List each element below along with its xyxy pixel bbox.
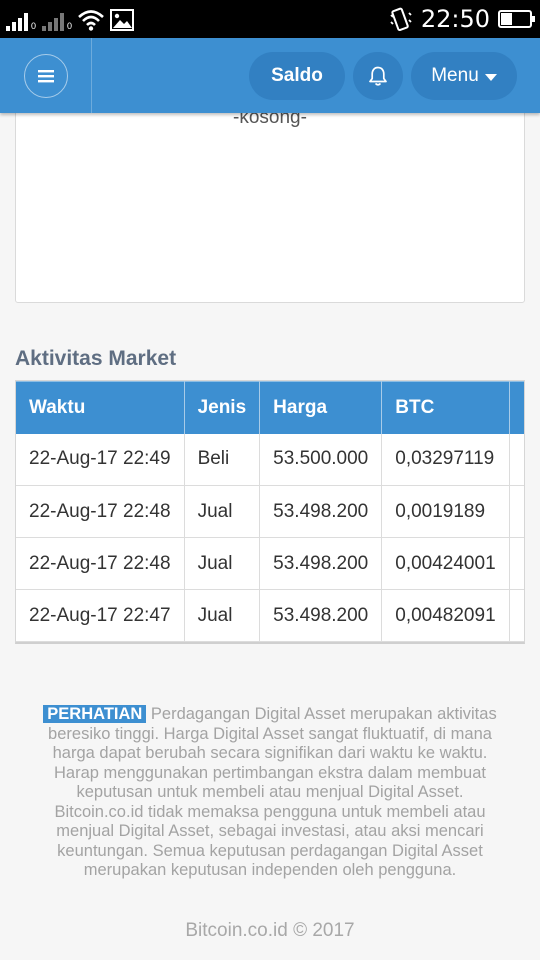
cell-jenis: Jual [184,485,261,538]
cell-waktu: 22-Aug-17 22:48 [16,537,185,590]
cell-harga: 53.500.000 [259,433,383,486]
column-header-btc: BTC [381,381,510,434]
cell-overflow [509,537,524,590]
cell-waktu: 22-Aug-17 22:49 [16,433,185,486]
empty-orders-card: -kosong- [15,96,525,303]
app-header: Saldo Menu [0,38,540,113]
column-header-harga: Harga [259,381,383,434]
caret-down-icon [484,73,497,81]
table-row: 22-Aug-17 22:49 Beli 53.500.000 0,032971… [16,433,524,486]
cell-overflow [509,589,524,642]
clock: 22:50 [420,5,490,33]
cell-jenis: Jual [184,537,261,590]
hamburger-icon [38,70,54,83]
cell-btc: 0,00424001 [381,537,510,590]
cell-harga: 53.498.200 [259,485,383,538]
status-icons-left: 0 0 [6,7,135,31]
wifi-icon [78,10,104,31]
bell-icon [369,66,387,86]
table-row: 22-Aug-17 22:47 Jual 53.498.200 0,004820… [16,589,524,642]
sim1-tag: 0 [31,21,37,31]
header-divider [91,38,92,113]
cell-btc: 0,00482091 [381,589,510,642]
column-header-jenis: Jenis [184,381,261,434]
hamburger-menu-button[interactable] [24,54,68,98]
market-activity-table: Waktu Jenis Harga BTC 22-Aug-17 22:49 Be… [16,381,524,642]
menu-dropdown-button[interactable]: Menu [411,52,517,100]
image-notification-icon [110,9,135,31]
column-header-waktu: Waktu [16,381,185,434]
cell-btc: 0,03297119 [381,433,510,486]
menu-label: Menu [431,65,479,86]
cell-jenis: Jual [184,589,261,642]
signal-sim2-icon: 0 [42,11,72,31]
battery-icon [498,10,535,28]
battery-level [501,13,512,25]
table-header-row: Waktu Jenis Harga BTC [16,381,524,434]
status-bar: 0 0 22:50 [0,0,540,38]
copyright-text: Bitcoin.co.id © 2017 [185,920,355,941]
cell-harga: 53.498.200 [259,537,383,590]
cell-waktu: 22-Aug-17 22:48 [16,485,185,538]
vibrate-icon [390,7,412,31]
cell-overflow [509,485,524,538]
section-title-market-activity: Aktivitas Market [15,347,177,370]
signal-sim1-icon: 0 [6,11,36,31]
risk-disclaimer: PERHATIAN Perdagangan Digital Asset meru… [38,705,502,881]
table-row: 22-Aug-17 22:48 Jual 53.498.200 0,004240… [16,537,524,590]
cell-harga: 53.498.200 [259,589,383,642]
sim2-tag: 0 [67,21,73,31]
notifications-button[interactable] [353,52,403,100]
saldo-button[interactable]: Saldo [249,52,345,100]
cell-btc: 0,0019189 [381,485,510,538]
cell-waktu: 22-Aug-17 22:47 [16,589,185,642]
cell-jenis: Beli [184,433,261,486]
column-header-overflow [509,381,524,434]
cell-overflow [509,433,524,486]
market-activity-table-container[interactable]: Waktu Jenis Harga BTC 22-Aug-17 22:49 Be… [15,380,525,644]
disclaimer-text: Perdagangan Digital Asset merupakan akti… [48,705,497,879]
warning-badge: PERHATIAN [43,705,147,723]
status-icons-right: 22:50 [389,4,535,34]
table-row: 22-Aug-17 22:48 Jual 53.498.200 0,001918… [16,485,524,538]
